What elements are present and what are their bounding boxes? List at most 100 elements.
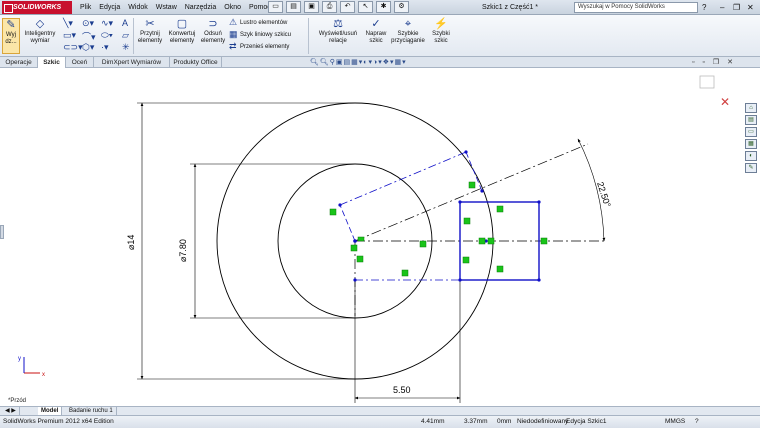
status-z-coord: 0mm xyxy=(497,418,512,425)
help-icon[interactable]: ? xyxy=(702,1,706,14)
exit-sketch-icon: ✎ xyxy=(6,19,16,31)
help-status-icon[interactable]: ? xyxy=(695,416,699,428)
select-icon[interactable]: ↖ xyxy=(358,1,373,13)
dimension-d780[interactable]: ⌀7.80 xyxy=(178,239,188,262)
quick-snaps-button[interactable]: ⌖ Szybkie przyciąganie xyxy=(390,18,426,45)
trim-button[interactable]: ✂ Przytnij elementy xyxy=(136,18,164,45)
restore-icon[interactable]: ❐ xyxy=(733,1,740,14)
smart-dimension-button[interactable]: ◇ Inteligentny wymiar xyxy=(22,18,58,45)
sketch-points[interactable] xyxy=(338,150,541,282)
move-icon: ⇄ xyxy=(229,41,237,51)
view-palette-icon[interactable]: ▦ xyxy=(745,139,757,149)
slot-icon[interactable]: ⊂⊃▾ xyxy=(63,42,83,53)
new-icon[interactable]: ▭ xyxy=(268,1,283,13)
polygon-icon[interactable]: ⬡▾ xyxy=(82,42,94,53)
design-library-icon[interactable]: ▤ xyxy=(745,115,757,125)
tab-dimxpert[interactable]: DimXpert Wymiarów xyxy=(94,57,170,68)
model-tabs: ◀ ▶ Model Badanie ruchu 1 xyxy=(0,406,760,416)
command-manager: ✎ Wyj dz... ◇ Inteligentny wymiar ╲▾ ⊙▾ … xyxy=(0,15,760,57)
confirmation-corner[interactable]: ✕ xyxy=(699,75,730,109)
resources-icon[interactable]: ⌂ xyxy=(745,103,757,113)
graphics-area[interactable]: ⌀14 ⌀7.80 5.50 22.50° x y ✕ xyxy=(0,68,744,404)
linear-pattern-button[interactable]: Szyk liniowy szkicu xyxy=(240,31,291,39)
centerline-icon[interactable]: ✳ xyxy=(122,42,130,53)
dimension-d14[interactable]: ⌀14 xyxy=(126,235,136,250)
menu-tools[interactable]: Narzędzia xyxy=(181,0,221,15)
document-window-buttons[interactable]: ▫ ▫ ❐ ✕ xyxy=(692,58,736,66)
repair-icon: ✓ xyxy=(371,18,381,30)
menu-view[interactable]: Widok xyxy=(124,0,151,15)
heads-up-view-toolbar[interactable]: 🔍︎🔍︎⚲▣▤▦▾◐▾◑▾❖▾▦▾ xyxy=(310,58,407,66)
relations-icon: ⚖ xyxy=(333,18,343,30)
view-orientation-label: *Przód xyxy=(8,398,27,404)
undo-icon[interactable]: ↶ xyxy=(340,1,355,13)
angled-centerline[interactable] xyxy=(354,143,589,242)
print-icon[interactable]: ⎙ xyxy=(322,1,337,13)
convert-entities-button[interactable]: ▢ Konwertuj elementy xyxy=(166,18,198,45)
minimize-icon[interactable]: – xyxy=(720,1,724,14)
status-definition-state: Niedodefiniowany xyxy=(517,418,569,425)
line-icon[interactable]: ╲▾ xyxy=(63,18,73,29)
open-icon[interactable]: ▤ xyxy=(286,1,301,13)
status-units[interactable]: MMGS xyxy=(665,416,685,428)
menu-bar: Plik Edycja Widok Wstaw Narzędzia Okno P… xyxy=(76,0,275,15)
smart-dimension-icon: ◇ xyxy=(35,18,45,30)
svg-text:y: y xyxy=(18,356,21,362)
status-edit-mode: Edycja Szkic1 xyxy=(566,418,607,425)
sketch-drawing[interactable]: ⌀14 ⌀7.80 5.50 22.50° x y ✕ xyxy=(0,68,744,404)
svg-text:x: x xyxy=(42,372,45,378)
status-edition: SolidWorks Premium 2012 x64 Edition xyxy=(3,418,114,425)
text-icon[interactable]: A xyxy=(122,18,128,28)
relation-markers[interactable] xyxy=(329,181,548,277)
rapid-sketch-icon: ⚡ xyxy=(434,18,448,30)
offset-entities-button[interactable]: ⊃ Odsuń elementy xyxy=(200,18,226,45)
ellipse-icon[interactable]: ⬭▾ xyxy=(101,30,113,41)
display-relations-button[interactable]: ⚖ Wyświetl/usuń relacje xyxy=(312,18,364,45)
menu-edit[interactable]: Edycja xyxy=(95,0,124,15)
construction-line-upper[interactable] xyxy=(339,151,467,206)
dimension-angle[interactable]: 22.50° xyxy=(595,181,613,209)
mirror-icon: ⚠ xyxy=(229,17,238,27)
status-bar: SolidWorks Premium 2012 x64 Edition 4.41… xyxy=(0,415,760,428)
menu-insert[interactable]: Wstaw xyxy=(152,0,181,15)
menu-file[interactable]: Plik xyxy=(76,0,95,15)
help-search-input[interactable]: Wyszukaj w Pomocy SolidWorks xyxy=(574,2,698,13)
trim-icon: ✂ xyxy=(145,18,155,30)
repair-sketch-button[interactable]: ✓ Napraw szkic xyxy=(365,18,387,45)
quick-snaps-icon: ⌖ xyxy=(404,18,412,30)
tab-office-products[interactable]: Produkty Office xyxy=(170,57,222,68)
tab-evaluate[interactable]: Oceń xyxy=(66,57,94,68)
plane-icon[interactable]: ▱ xyxy=(122,30,129,41)
convert-icon: ▢ xyxy=(176,18,188,30)
linear-pattern-icon: ▦ xyxy=(229,29,238,39)
tab-features[interactable]: Operacje xyxy=(0,57,38,68)
file-explorer-icon[interactable]: ▭ xyxy=(745,127,757,137)
mirror-entities-button[interactable]: Lustro elementów xyxy=(240,19,287,27)
move-entities-button[interactable]: Przenieś elementy xyxy=(240,43,289,51)
offset-icon: ⊃ xyxy=(208,18,218,30)
options-icon[interactable]: ⚙ xyxy=(394,1,409,13)
status-y-coord: 3.37mm xyxy=(464,418,488,425)
save-icon[interactable]: ▣ xyxy=(304,1,319,13)
status-x-coord: 4.41mm xyxy=(421,418,445,425)
close-icon[interactable]: ✕ xyxy=(747,1,754,14)
rectangle-icon[interactable]: ▭▾ xyxy=(63,30,76,41)
appearances-icon[interactable]: ◐ xyxy=(745,151,757,161)
construction-line-lower[interactable] xyxy=(339,204,356,242)
circle-icon[interactable]: ⊙▾ xyxy=(82,18,94,29)
dimension-length[interactable]: 5.50 xyxy=(393,385,411,395)
custom-properties-icon[interactable]: ✎ xyxy=(745,163,757,173)
solidworks-logo: SOLIDWORKS xyxy=(2,1,72,14)
exit-sketch-button[interactable]: ✎ Wyj dz... xyxy=(2,18,20,54)
rapid-sketch-button[interactable]: ⚡ Szybki szkic xyxy=(429,18,453,45)
rebuild-icon[interactable]: ✱ xyxy=(376,1,391,13)
menu-window[interactable]: Okno xyxy=(220,0,245,15)
point-icon[interactable]: ·▾ xyxy=(101,42,109,53)
tab-sketch[interactable]: Szkic xyxy=(38,57,66,68)
document-title: Szkic1 z Część1 * xyxy=(482,4,539,11)
quick-access-toolbar: ▭ ▤ ▣ ⎙ ↶ ↖ ✱ ⚙ xyxy=(268,1,409,13)
origin-triad: x y xyxy=(18,356,45,378)
spline-icon[interactable]: ∿▾ xyxy=(101,18,113,29)
panel-collapse-handle[interactable] xyxy=(0,225,4,239)
svg-text:✕: ✕ xyxy=(720,95,730,109)
